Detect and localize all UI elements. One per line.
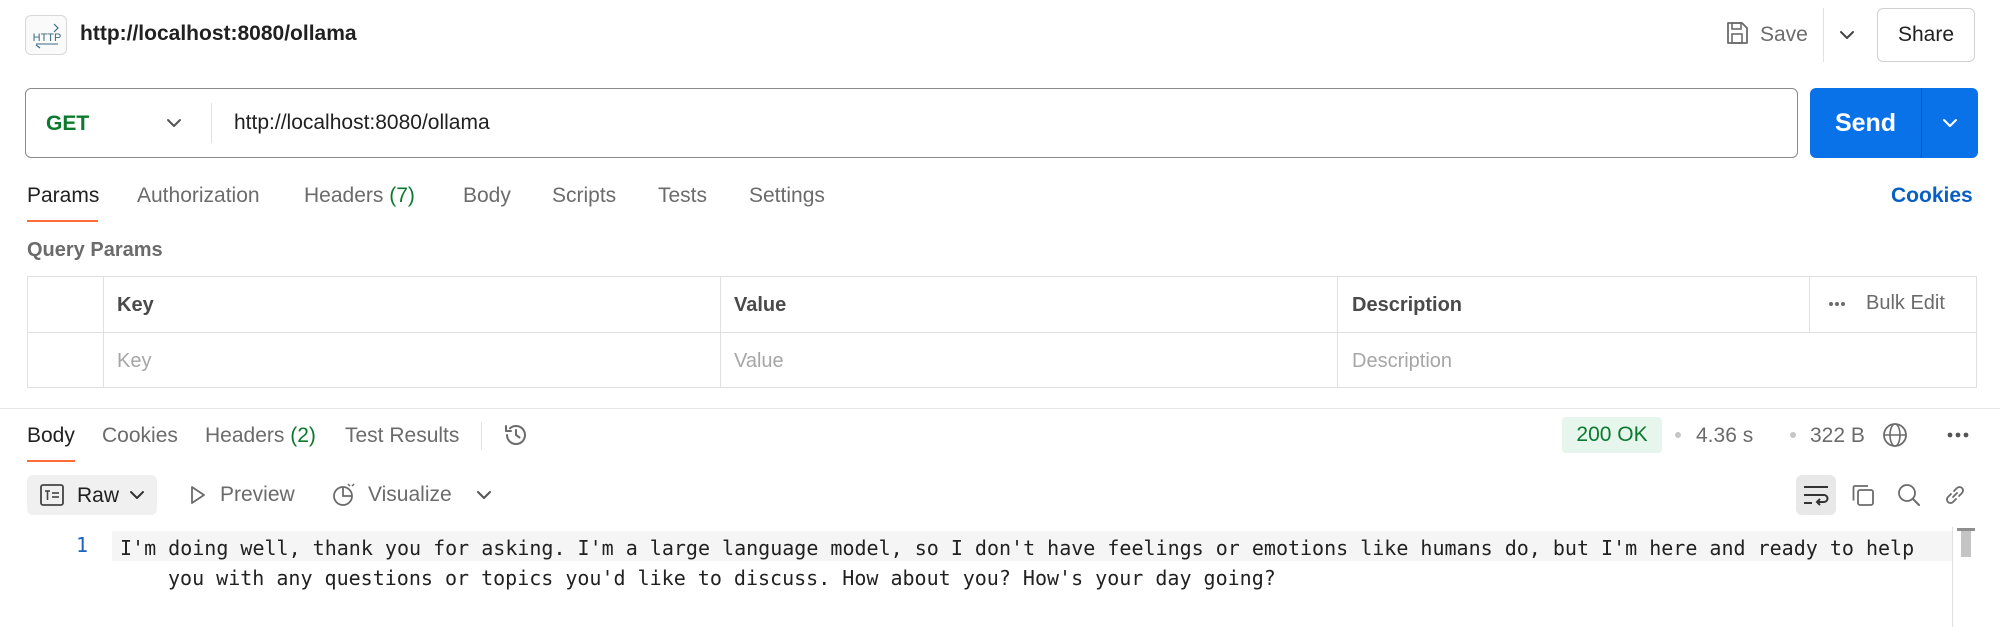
chevron-down-icon [130,491,144,499]
svg-text:HTTP: HTTP [33,32,62,44]
divider [1823,8,1824,62]
chevron-down-icon [1943,119,1957,127]
format-select[interactable]: Raw [27,475,157,515]
globe-icon[interactable] [1881,421,1909,454]
save-button[interactable]: Save [1724,18,1808,52]
raw-format-icon [40,484,64,506]
chevron-down-icon [477,491,491,499]
copy-icon [1852,485,1874,506]
wrap-lines-icon [1804,486,1829,506]
copy-button[interactable] [1843,475,1883,515]
line-number: 1 [75,533,88,557]
share-button[interactable]: Share [1877,8,1975,62]
save-options-button[interactable] [1832,20,1862,50]
column-header-key: Key [117,294,154,316]
response-headers-count: (2) [290,424,316,447]
url-bar: GET [25,88,1798,158]
divider [481,422,482,450]
send-button-group: Send [1810,88,1978,158]
response-tab-cookies[interactable]: Cookies [102,424,178,448]
param-key-input[interactable] [117,341,707,381]
divider [1809,277,1810,332]
http-request-icon: HTTP [25,15,67,55]
request-title[interactable]: http://localhost:8080/ollama [80,22,357,46]
link-icon [1946,486,1964,504]
method-label: GET [46,112,90,135]
url-input[interactable] [234,101,1774,145]
column-header-description: Description [1352,294,1463,316]
bulk-edit-button[interactable]: Bulk Edit [1828,292,1945,315]
tab-body[interactable]: Body [463,184,511,208]
visualize-icon [333,483,355,506]
bulk-edit-label: Bulk Edit [1866,292,1945,314]
more-icon[interactable] [1944,421,1972,454]
separator-dot [1790,432,1796,438]
search-icon [1898,484,1920,506]
visualize-button[interactable]: Visualize [330,475,452,515]
scrollbar-bar [1961,531,1971,557]
tab-scripts[interactable]: Scripts [552,184,616,208]
method-select[interactable]: GET [26,89,211,156]
visualize-label: Visualize [368,483,452,506]
response-body-editor[interactable]: 1 I'm doing well, thank you for asking. … [0,527,1952,627]
wrap-lines-button[interactable] [1796,475,1836,515]
tab-params[interactable]: Params [27,184,99,208]
save-icon [1724,20,1750,51]
search-button[interactable] [1889,475,1929,515]
response-tab-headers[interactable]: Headers (2) [205,424,316,448]
history-icon[interactable] [501,420,531,455]
play-icon [191,486,205,504]
query-params-table: Key Value Description Bulk Edit [27,276,1977,388]
request-header: HTTP http://localhost:8080/ollama Save S… [0,0,2000,70]
response-time[interactable]: 4.36 s [1696,424,1753,448]
tab-settings[interactable]: Settings [749,184,825,208]
active-tab-indicator [27,220,98,222]
column-header-value: Value [734,294,787,316]
scrollbar-thumb[interactable] [1957,528,1975,558]
response-tab-body[interactable]: Body [27,424,75,448]
divider [28,332,1976,333]
param-value-input[interactable] [734,341,1324,381]
visualize-options-button[interactable] [473,475,495,515]
save-label: Save [1760,23,1808,46]
scrollbar-track [1952,527,1953,627]
chevron-down-icon [167,119,181,127]
tab-headers[interactable]: Headers (7) [304,184,415,208]
request-tabs: Params Authorization Headers (7) Body Sc… [0,178,2000,224]
tab-tests[interactable]: Tests [658,184,707,208]
separator-dot [1675,432,1681,438]
pane-resize-divider[interactable] [0,408,2000,409]
preview-button[interactable]: Preview [186,475,295,515]
format-label: Raw [77,484,120,507]
send-options-button[interactable] [1922,88,1978,158]
preview-label: Preview [220,483,295,506]
cookies-link[interactable]: Cookies [1891,184,1973,208]
active-tab-indicator [27,460,75,462]
chevron-down-icon [1840,31,1854,39]
more-icon [1829,301,1845,306]
response-tab-test-results[interactable]: Test Results [345,424,459,448]
send-button[interactable]: Send [1810,88,1921,158]
response-text[interactable]: I'm doing well, thank you for asking. I'… [120,533,1920,593]
tab-authorization[interactable]: Authorization [137,184,260,208]
headers-count: (7) [389,184,415,207]
query-params-title: Query Params [27,239,163,261]
divider [211,103,212,143]
status-badge[interactable]: 200 OK [1562,417,1662,453]
response-size[interactable]: 322 B [1810,424,1865,448]
link-button[interactable] [1935,475,1975,515]
param-description-input[interactable] [1352,341,1952,381]
